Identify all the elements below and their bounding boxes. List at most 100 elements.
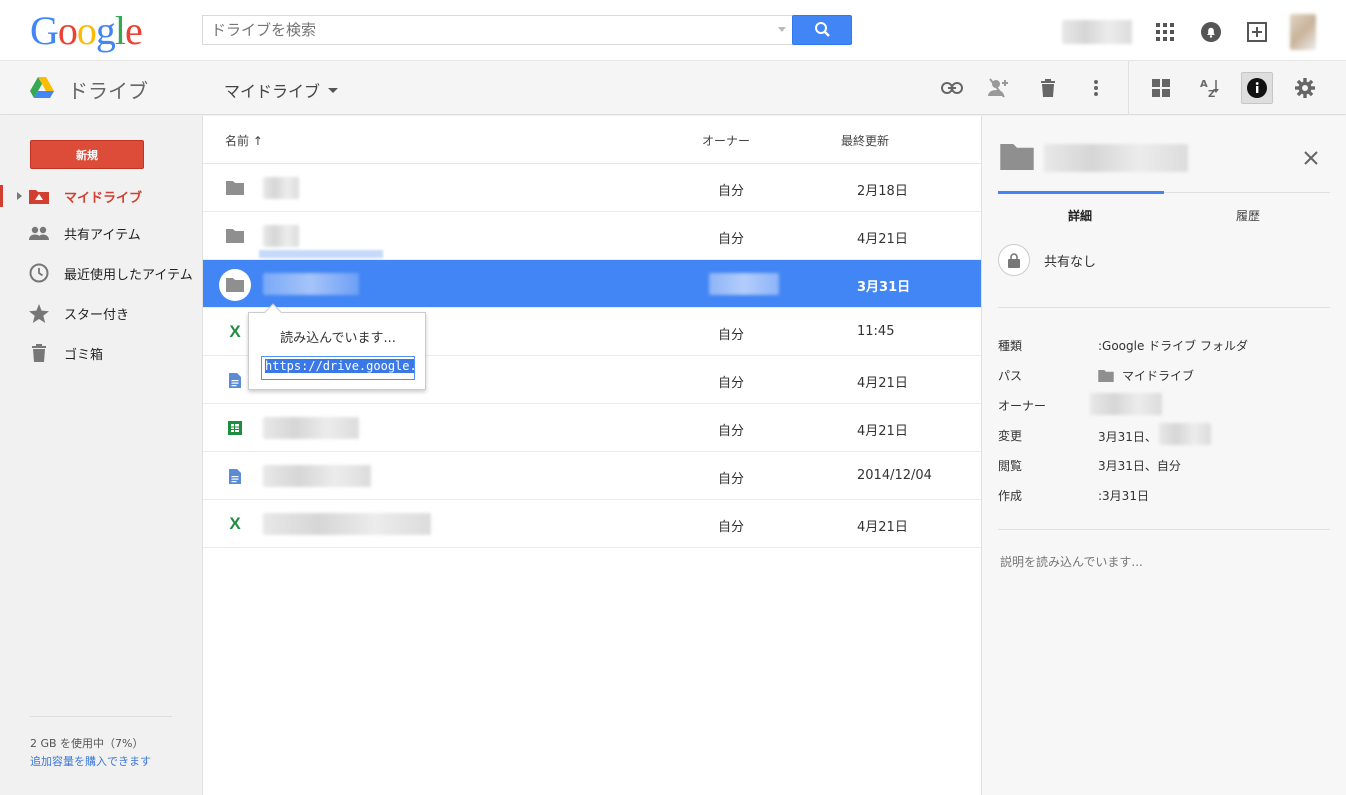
file-row[interactable]: 自分 4月21日 (203, 212, 981, 260)
sidebar-item-label: マイドライブ (64, 190, 143, 206)
file-modified: 3月31日 (857, 280, 911, 295)
chevron-down-icon (328, 87, 339, 93)
prop-value-viewed: 3月31日、自分 (1098, 459, 1181, 473)
sidebar-item-label: スター付き (64, 307, 130, 323)
file-name (263, 417, 359, 439)
popup-loading-text: 読み込んでいます... (280, 331, 396, 346)
storage-info: 2 GB を使用中（7%） 追加容量を購入できます (30, 716, 172, 771)
sidebar-item-trash[interactable]: ゴミ箱 (0, 338, 203, 368)
sidebar-item-recent[interactable]: 最近使用したアイテム (0, 258, 203, 288)
prop-value-type: :Google ドライブ フォルダ (1098, 339, 1248, 353)
file-modified: 4月21日 (857, 520, 908, 535)
file-owner: 自分 (718, 328, 745, 343)
folder-icon (225, 226, 245, 246)
document-icon (225, 466, 245, 486)
file-owner: 自分 (718, 232, 745, 247)
top-bar: Google (0, 0, 1346, 61)
folder-icon (225, 178, 245, 198)
details-header (998, 142, 1330, 192)
sidebar-item-my-drive[interactable]: マイドライブ (0, 181, 203, 211)
more-actions-button[interactable] (1080, 72, 1112, 104)
apps-grid-icon[interactable] (1152, 19, 1178, 45)
tab-details[interactable]: 詳細 (1068, 207, 1092, 224)
file-modified: 4月21日 (857, 232, 908, 247)
file-modified: 2014/12/04 (857, 468, 932, 483)
file-owner: 自分 (718, 520, 745, 535)
location-menu-label: マイドライブ (224, 82, 321, 101)
prop-label-type: 種類 (998, 339, 1023, 353)
drive-logo-icon (30, 77, 54, 98)
prop-value-created: :3月31日 (1098, 489, 1149, 503)
share-plus-icon[interactable] (1244, 19, 1270, 45)
column-header-modified[interactable]: 最終更新 (841, 132, 889, 149)
people-icon (28, 222, 50, 244)
get-link-button[interactable] (936, 72, 968, 104)
divider (998, 307, 1330, 308)
settings-button[interactable] (1289, 72, 1321, 104)
path-text: マイドライブ (1122, 369, 1195, 383)
close-icon[interactable] (1303, 150, 1319, 166)
details-toggle-button[interactable] (1241, 72, 1273, 104)
link-popup: 読み込んでいます... https://drive.google.c (248, 303, 426, 390)
file-list: 名前 ↑ オーナー 最終更新 自分 2月18日 自分 4月21日 3月31日 X… (203, 116, 981, 795)
expand-arrow-icon[interactable] (17, 192, 22, 200)
folder-icon (1098, 369, 1114, 382)
delete-button[interactable] (1032, 72, 1064, 104)
file-modified: 11:45 (857, 324, 895, 339)
excel-icon: X (229, 322, 241, 341)
sidebar-item-shared[interactable]: 共有アイテム (0, 218, 203, 248)
location-menu[interactable]: マイドライブ (224, 78, 339, 102)
sort-button[interactable]: AZ (1193, 72, 1225, 104)
sharing-status-text: 共有なし (1044, 254, 1097, 270)
folder-icon (219, 269, 251, 301)
toolbar-divider (1128, 61, 1129, 115)
sort-az-icon: AZ (1200, 79, 1219, 99)
modified-text: 3月31日、 (1098, 429, 1157, 444)
sidebar-item-label: 最近使用したアイテム (64, 267, 193, 283)
prop-label-path: パス (998, 369, 1023, 383)
file-name (263, 225, 299, 247)
buy-storage-link[interactable]: 追加容量を購入できます (30, 755, 151, 768)
sidebar-item-starred[interactable]: スター付き (0, 298, 203, 328)
search-options-chevron-icon[interactable] (778, 27, 786, 32)
file-row[interactable]: 自分 4月21日 (203, 404, 981, 452)
search-button[interactable] (792, 15, 852, 45)
owner-name (1090, 393, 1162, 415)
file-owner: 自分 (718, 184, 745, 199)
prop-label-owner: オーナー (998, 399, 1047, 413)
clock-icon (28, 262, 50, 284)
search-icon (815, 22, 830, 37)
column-header-owner[interactable]: オーナー (702, 132, 750, 149)
google-logo[interactable]: Google (30, 7, 143, 54)
file-row-selected[interactable]: 3月31日 (203, 260, 981, 308)
column-header-name[interactable]: 名前 ↑ (225, 132, 263, 149)
search-input[interactable] (203, 16, 763, 44)
prop-value-modified: 3月31日、 (1098, 423, 1211, 445)
app-title: ドライブ (68, 79, 148, 103)
document-icon (225, 370, 245, 390)
file-row[interactable]: X 自分 4月21日 (203, 500, 981, 548)
left-navigation: 新規 マイドライブ 共有アイテム 最近使用したアイテム スター付き ゴミ箱 2 … (0, 116, 203, 795)
grid-view-icon (1152, 79, 1170, 97)
grid-view-button[interactable] (1145, 72, 1177, 104)
modified-by (1158, 423, 1211, 445)
avatar[interactable] (1290, 14, 1316, 50)
file-row[interactable]: 自分 2月18日 (203, 164, 981, 212)
prop-value-path[interactable]: マイドライブ (1098, 367, 1194, 384)
notifications-bell-icon[interactable] (1198, 19, 1224, 45)
file-name (263, 513, 431, 535)
add-person-disabled-icon (988, 78, 1008, 98)
trash-icon (1041, 79, 1055, 97)
file-owner (709, 273, 779, 295)
tab-activity[interactable]: 履歴 (1236, 207, 1260, 224)
active-tab-indicator (998, 191, 1164, 194)
new-button[interactable]: 新規 (30, 140, 144, 169)
share-button[interactable] (983, 72, 1015, 104)
sidebar-item-label: 共有アイテム (64, 227, 141, 243)
info-icon (1247, 78, 1267, 98)
file-row[interactable]: 自分 2014/12/04 (203, 452, 981, 500)
file-modified: 2月18日 (857, 184, 908, 199)
details-title (1044, 144, 1188, 172)
prop-label-viewed: 閲覧 (998, 459, 1023, 473)
link-url-field[interactable]: https://drive.google.c (261, 356, 415, 380)
